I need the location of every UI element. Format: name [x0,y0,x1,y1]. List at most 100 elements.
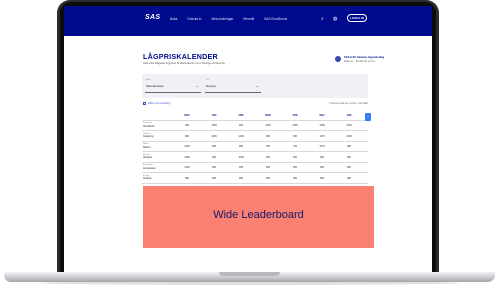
price-cell[interactable]: 995 [284,166,306,169]
price-cell[interactable]: 1099 [176,166,198,169]
row-destination: Göteborg [143,135,154,139]
column-header: MAJ [319,113,325,117]
table-row[interactable]: Malmö Malmö 1089 995 995 789 799 1279 995 [142,142,368,152]
price-cell[interactable]: 995 [203,156,225,159]
price-cell[interactable]: 995 [203,177,225,180]
nav-link-boka[interactable]: Boka [170,17,177,21]
filter-label: Filtrer och sortering [148,102,171,106]
price-cell[interactable]: 995 [338,166,360,169]
price-calendar-table: DEC JAN FEB MAR APR MAJ JUN Stockholm Sto… [142,110,368,184]
table-header-row: DEC JAN FEB MAR APR MAJ JUN [142,110,368,121]
price-cell[interactable]: 995 [176,124,198,127]
price-note: Priserna visas per person, med SEK [329,102,368,105]
laptop-mockup: SAS Boka Checka in Mina bokningar Resmål… [0,0,499,286]
price-cell[interactable]: 1089 [176,145,198,148]
chevron-down-icon: ⌄ [255,83,259,88]
promo-subtitle: Matar av... Beställ vår service [344,60,376,63]
price-cell[interactable]: 1089 [338,135,360,138]
price-cell[interactable]: 799 [284,145,306,148]
globe-icon[interactable]: ◍ [333,16,337,22]
row-destination: Antalya [143,177,152,181]
price-cell[interactable]: 995 [311,166,333,169]
to-select[interactable]: Till Europa ⌄ [205,78,261,93]
price-cell[interactable]: 995 [338,145,360,148]
price-cell[interactable]: 995 [284,135,306,138]
table-row[interactable]: Alicante Alicante 1089 995 1089 995 995 9… [142,152,368,163]
price-cell[interactable]: 995 [176,135,198,138]
price-cell[interactable]: 995 [284,177,306,180]
row-destination: Amsterdam [143,166,156,170]
table-row[interactable]: Amsterdam Amsterdam 1099 995 995 995 995 … [142,163,368,173]
price-cell[interactable]: 995 [311,156,333,159]
price-cell[interactable]: 995 [203,145,225,148]
column-header: JUN [346,113,352,117]
price-cell[interactable]: 995 [257,135,279,138]
price-cell[interactable]: 995 [203,166,225,169]
price-cell[interactable]: 1089 [176,156,198,159]
column-header: DEC [184,113,190,117]
laptop-notch [219,272,280,276]
price-cell[interactable]: 1089 [203,135,225,138]
page-title: LÅGPRISKALENDER [143,52,218,61]
search-icon[interactable]: ⌕ [321,16,324,22]
promo-title: SAS & EU Intraneu Upgrade Bag [344,56,385,59]
login-button[interactable]: LOGGA IN [347,14,367,22]
price-cell[interactable]: 1089 [203,124,225,127]
row-route: Alicante Alicante [143,154,173,160]
from-select-value: Skandinavien [146,84,165,88]
filter-toggle[interactable]: Filtrer och sortering [143,102,170,105]
to-select-label: Till [206,79,209,81]
price-cell[interactable]: 995 [176,177,198,180]
row-destination: Stockholm [143,124,155,128]
price-cell[interactable]: 995 [284,156,306,159]
promo-banner[interactable]: SAS & EU Intraneu Upgrade Bag Matar av..… [335,55,405,67]
price-cell[interactable]: 995 [338,156,360,159]
price-cell[interactable]: 1089 [230,156,252,159]
chevron-right-icon[interactable]: › [365,113,371,121]
from-select[interactable]: Från Skandinavien ⌄ [145,78,201,93]
price-cell[interactable]: 995 [230,124,252,127]
promo-icon [335,56,341,62]
row-route: Stockholm Stockholm [143,122,173,128]
price-cell[interactable]: 1279 [311,145,333,148]
nav-link-mina-bokningar[interactable]: Mina bokningar [211,17,233,21]
price-cell[interactable]: 1279 [311,135,333,138]
price-cell[interactable]: 995 [257,177,279,180]
price-cell[interactable]: 1089 [284,124,306,127]
price-cell[interactable]: 995 [311,177,333,180]
price-cell[interactable]: 995 [338,177,360,180]
price-cell[interactable]: 1299 [230,135,252,138]
nav-links: Boka Checka in Mina bokningar Resmål SAS… [170,17,287,21]
wide-leaderboard-ad[interactable]: Wide Leaderboard [143,186,374,248]
table-row[interactable]: Antalya Antalya 995 995 995 995 995 995 9… [142,173,368,184]
sas-logo[interactable]: SAS [145,14,160,21]
row-route: Amsterdam Amsterdam [143,164,173,170]
price-cell[interactable]: 995 [230,166,252,169]
row-route: Göteborg Göteborg [143,133,173,139]
price-cell[interactable]: 995 [257,156,279,159]
filter-icon [143,102,146,105]
page-subtitle: Hitta våra billigaste flygpriser till de… [143,62,225,65]
row-destination: Alicante [143,156,152,160]
column-header: MAR [265,113,271,117]
row-route: Antalya Antalya [143,175,173,181]
price-cell[interactable]: 1089 [257,124,279,127]
nav-link-eurobonus[interactable]: SAS EuroBonus [264,17,287,21]
price-cell[interactable]: 789 [257,145,279,148]
price-cell[interactable]: 995 [257,166,279,169]
price-cell[interactable]: 995 [230,177,252,180]
row-route: Malmö Malmö [143,143,173,149]
price-cell[interactable]: 1089 [338,124,360,127]
column-header: FEB [238,113,244,117]
ad-label: Wide Leaderboard [213,209,304,221]
price-cell[interactable]: 1089 [311,124,333,127]
chevron-down-icon: ⌄ [195,83,199,88]
top-navigation: SAS Boka Checka in Mina bokningar Resmål… [64,6,432,36]
table-row[interactable]: Göteborg Göteborg 995 1089 1299 995 995 1… [142,131,368,142]
nav-link-resmal[interactable]: Resmål [243,17,254,21]
search-select-bar: Från Skandinavien ⌄ Till Europa ⌄ [142,74,368,98]
price-cell[interactable]: 995 [230,145,252,148]
table-row[interactable]: Stockholm Stockholm 995 1089 995 1089 108… [142,121,368,131]
nav-link-checka-in[interactable]: Checka in [187,17,201,21]
column-header: APR [292,113,298,117]
